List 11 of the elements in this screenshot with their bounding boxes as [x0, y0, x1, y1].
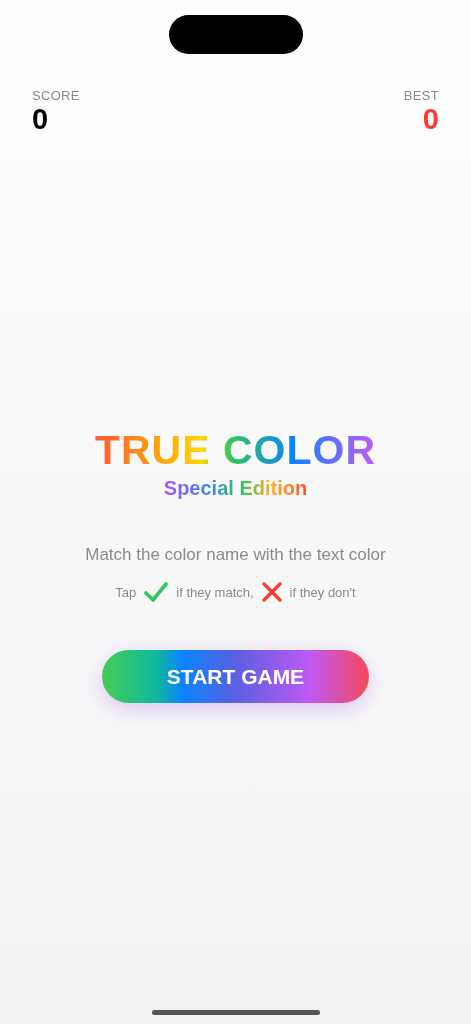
best-value: 0 — [422, 103, 439, 135]
checkmark-icon — [144, 581, 169, 603]
instructions: Match the color name with the text color — [85, 545, 386, 565]
cross-icon — [261, 582, 282, 602]
hint-text: Tap — [115, 584, 137, 600]
hint-text: if they match, — [176, 584, 254, 600]
hint-text: if they don't — [289, 584, 356, 600]
score-value: 0 — [32, 103, 49, 135]
best-label: BEST — [403, 88, 439, 103]
start-game-button[interactable]: START GAME — [102, 650, 369, 703]
score-label: SCORE — [32, 88, 80, 103]
